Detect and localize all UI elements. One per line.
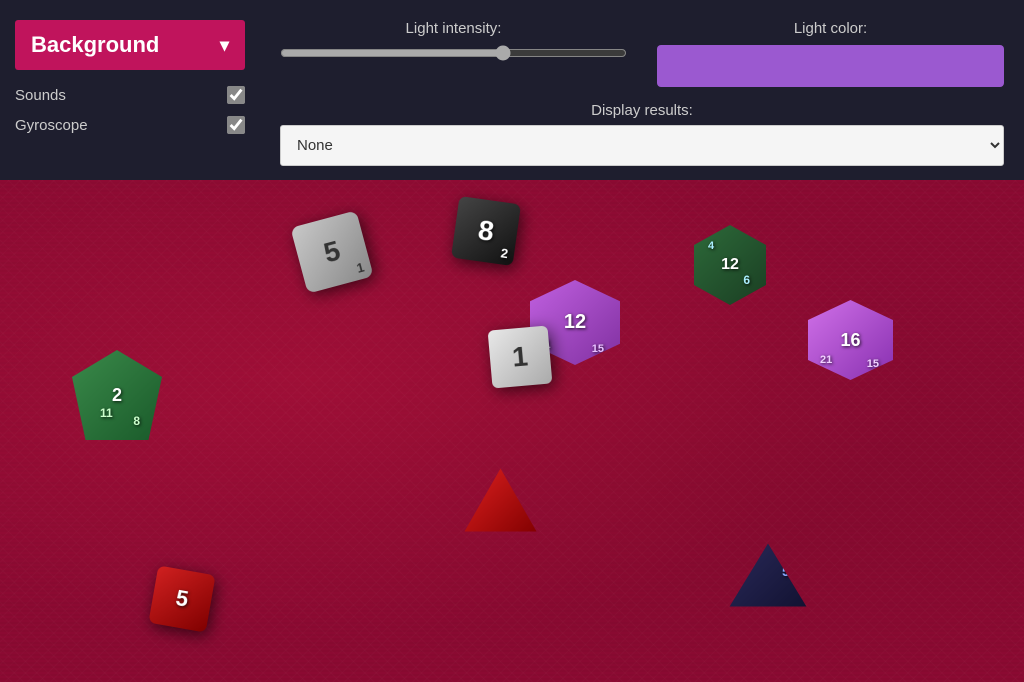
die-navy-d8[interactable]: 5 8 (728, 540, 808, 610)
display-results-label: Display results: (280, 102, 1004, 119)
controls-top-row: Light intensity: Light color: (280, 20, 1004, 92)
die-gray-d6-value: 5 (320, 235, 343, 270)
die-navy-d8-sub: 5 (782, 563, 790, 579)
dice-scene: 5 1 8 2 12 6 4 2 11 8 12 1 15 1 16 21 15… (0, 180, 1024, 682)
die-green-d10-value: 2 (112, 385, 122, 406)
die-darkgreen-d12-sub: 6 (743, 273, 750, 287)
die-small-red-d6[interactable]: 5 (148, 565, 215, 632)
die-purple-d20-right-sub2: 15 (867, 358, 879, 370)
die-navy-d8-value: 8 (812, 560, 824, 586)
right-panel: Light intensity: Light color: Display re… (260, 10, 1024, 176)
die-green-d10[interactable]: 2 11 8 (72, 350, 162, 440)
die-red-d4-value: 5 (524, 483, 538, 514)
sounds-checkbox[interactable] (227, 86, 245, 104)
light-intensity-label: Light intensity: (280, 20, 627, 37)
light-color-section: Light color: (657, 20, 1004, 92)
die-gray-d6-sub: 1 (355, 260, 366, 276)
die-small-red-d6-value: 5 (174, 585, 191, 613)
die-black-d6-value: 8 (476, 214, 496, 248)
gyroscope-label: Gyroscope (15, 117, 88, 134)
sounds-label: Sounds (15, 87, 66, 104)
die-black-d6[interactable]: 8 2 (451, 196, 521, 266)
light-color-label: Light color: (657, 20, 1004, 37)
chevron-down-icon: ▾ (220, 35, 229, 56)
die-red-d4[interactable]: 5 (463, 465, 538, 535)
light-intensity-section: Light intensity: (280, 20, 627, 66)
die-purple-d20-right-sub1: 21 (820, 354, 832, 366)
die-darkgreen-d12-alt: 4 (708, 240, 714, 252)
die-darkgreen-d12[interactable]: 12 6 4 (690, 225, 770, 305)
die-purple-d20-large-value: 12 (564, 311, 586, 334)
left-panel: Background ▾ Sounds Gyroscope (0, 10, 260, 156)
die-white-d6[interactable]: 1 (488, 325, 553, 388)
control-bar: Background ▾ Sounds Gyroscope Light inte… (0, 0, 1024, 180)
die-darkgreen-d12-value: 12 (721, 256, 739, 274)
die-gray-d6[interactable]: 5 1 (290, 210, 373, 293)
die-green-d10-sub2: 8 (133, 414, 140, 428)
light-color-swatch[interactable] (657, 45, 1004, 87)
die-purple-d20-sub2: 15 (592, 343, 604, 355)
die-green-d10-sub1: 11 (100, 406, 113, 420)
display-results-section: Display results: None Total Individual B… (280, 102, 1004, 166)
display-results-select[interactable]: None Total Individual Both (280, 125, 1004, 166)
background-dropdown[interactable]: Background ▾ (15, 20, 245, 70)
die-purple-d20-right-value: 16 (840, 330, 860, 351)
gyroscope-row: Gyroscope (15, 116, 245, 134)
die-black-d6-sub: 2 (500, 245, 509, 261)
die-purple-d20-right[interactable]: 16 21 15 (808, 300, 893, 380)
background-label: Background (31, 32, 159, 58)
gyroscope-checkbox[interactable] (227, 116, 245, 134)
die-white-d6-value: 1 (511, 340, 529, 373)
sounds-row: Sounds (15, 86, 245, 104)
light-intensity-slider[interactable] (280, 45, 627, 61)
